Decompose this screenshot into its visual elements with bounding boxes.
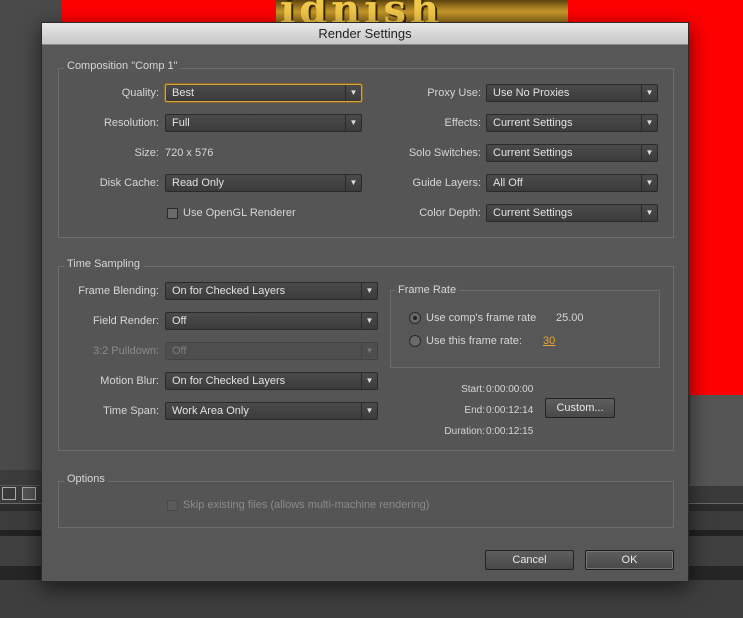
custom-time-span-button[interactable]: Custom... xyxy=(545,398,615,418)
color-depth-value: Current Settings xyxy=(493,207,573,219)
quality-label: Quality: xyxy=(121,87,159,99)
chevron-down-icon: ▼ xyxy=(361,313,377,329)
cancel-button[interactable]: Cancel xyxy=(485,550,574,570)
chevron-down-icon: ▼ xyxy=(641,175,657,191)
background-panel-right xyxy=(690,395,743,485)
disk-cache-select[interactable]: Read Only ▼ xyxy=(165,174,362,192)
time-sampling-group: Time Sampling Frame Blending: On for Che… xyxy=(58,258,674,451)
field-render-value: Off xyxy=(172,315,187,327)
comp-frame-rate-value: 25.00 xyxy=(556,312,584,324)
proxy-use-select[interactable]: Use No Proxies ▼ xyxy=(486,84,658,102)
use-this-frame-rate-label: Use this frame rate: xyxy=(426,335,522,347)
pulldown-value: Off xyxy=(172,345,187,357)
guide-layers-value: All Off xyxy=(493,177,523,189)
solo-switches-value: Current Settings xyxy=(493,147,573,159)
field-render-label: Field Render: xyxy=(92,315,159,327)
opengl-label: Use OpenGL Renderer xyxy=(183,207,296,219)
duration-value: 0:00:12:15 xyxy=(486,426,534,437)
quality-select[interactable]: Best ▼ xyxy=(165,84,362,102)
frame-blending-label: Frame Blending: xyxy=(78,285,159,297)
options-group: Options Skip existing files (allows mult… xyxy=(58,473,674,528)
pulldown-label: 3:2 Pulldown: xyxy=(92,345,159,357)
motion-blur-label: Motion Blur: xyxy=(100,375,159,387)
render-settings-dialog: Render Settings Composition "Comp 1" Qua… xyxy=(41,22,689,582)
frame-rate-title: Frame Rate xyxy=(395,284,460,296)
dialog-title: Render Settings xyxy=(42,23,688,45)
frame-blending-select[interactable]: On for Checked Layers ▼ xyxy=(165,282,378,300)
resolution-label: Resolution: xyxy=(103,117,159,129)
chevron-down-icon: ▼ xyxy=(641,115,657,131)
frame-blending-value: On for Checked Layers xyxy=(172,285,286,297)
color-depth-label: Color Depth: xyxy=(419,207,481,219)
effects-label: Effects: xyxy=(444,117,481,129)
chevron-down-icon: ▼ xyxy=(361,343,377,359)
size-label: Size: xyxy=(134,147,159,159)
effects-value: Current Settings xyxy=(493,117,573,129)
chevron-down-icon: ▼ xyxy=(641,85,657,101)
time-span-label: Time Span: xyxy=(103,405,159,417)
guide-layers-select[interactable]: All Off ▼ xyxy=(486,174,658,192)
resolution-value: Full xyxy=(172,117,190,129)
solo-switches-label: Solo Switches: xyxy=(408,147,481,159)
disk-cache-label: Disk Cache: xyxy=(99,177,159,189)
color-depth-select[interactable]: Current Settings ▼ xyxy=(486,204,658,222)
skip-existing-checkbox xyxy=(167,500,178,511)
disk-cache-value: Read Only xyxy=(172,177,224,189)
duration-label: Duration: xyxy=(444,426,485,437)
solo-switches-select[interactable]: Current Settings ▼ xyxy=(486,144,658,162)
time-sampling-group-title: Time Sampling xyxy=(64,258,143,270)
resolution-select[interactable]: Full ▼ xyxy=(165,114,362,132)
end-label: End: xyxy=(464,405,485,416)
size-value: 720 x 576 xyxy=(165,147,214,159)
quality-value: Best xyxy=(172,87,195,99)
chevron-down-icon: ▼ xyxy=(361,283,377,299)
start-label: Start: xyxy=(461,384,485,395)
use-comp-frame-rate-radio[interactable] xyxy=(409,312,421,324)
motion-blur-select[interactable]: On for Checked Layers ▼ xyxy=(165,372,378,390)
time-span-value: Work Area Only xyxy=(172,405,249,417)
proxy-use-label: Proxy Use: xyxy=(427,87,481,99)
pulldown-select: Off ▼ xyxy=(165,342,378,360)
frame-rate-group: Frame Rate Use comp's frame rate 25.00 U… xyxy=(390,284,660,368)
panel-icon[interactable] xyxy=(2,487,16,500)
composition-group-title: Composition "Comp 1" xyxy=(64,60,181,72)
snapshot-icon[interactable] xyxy=(22,487,36,500)
chevron-down-icon: ▼ xyxy=(641,145,657,161)
options-group-title: Options xyxy=(64,473,108,485)
end-value: 0:00:12:14 xyxy=(486,405,534,416)
composition-group: Composition "Comp 1" Quality: Best ▼ Reso… xyxy=(58,60,674,238)
start-value: 0:00:00:00 xyxy=(486,384,534,395)
opengl-checkbox[interactable] xyxy=(167,208,178,219)
use-comp-frame-rate-label: Use comp's frame rate xyxy=(426,312,537,324)
field-render-select[interactable]: Off ▼ xyxy=(165,312,378,330)
skip-existing-label: Skip existing files (allows multi-machin… xyxy=(183,499,430,511)
this-frame-rate-value[interactable]: 30 xyxy=(543,335,555,347)
time-span-select[interactable]: Work Area Only ▼ xyxy=(165,402,378,420)
guide-layers-label: Guide Layers: xyxy=(412,177,481,189)
chevron-down-icon: ▼ xyxy=(641,205,657,221)
effects-select[interactable]: Current Settings ▼ xyxy=(486,114,658,132)
motion-blur-value: On for Checked Layers xyxy=(172,375,286,387)
timeline-band xyxy=(0,580,743,618)
proxy-use-value: Use No Proxies xyxy=(493,87,570,99)
ok-button[interactable]: OK xyxy=(585,550,674,570)
use-this-frame-rate-radio[interactable] xyxy=(409,335,421,347)
